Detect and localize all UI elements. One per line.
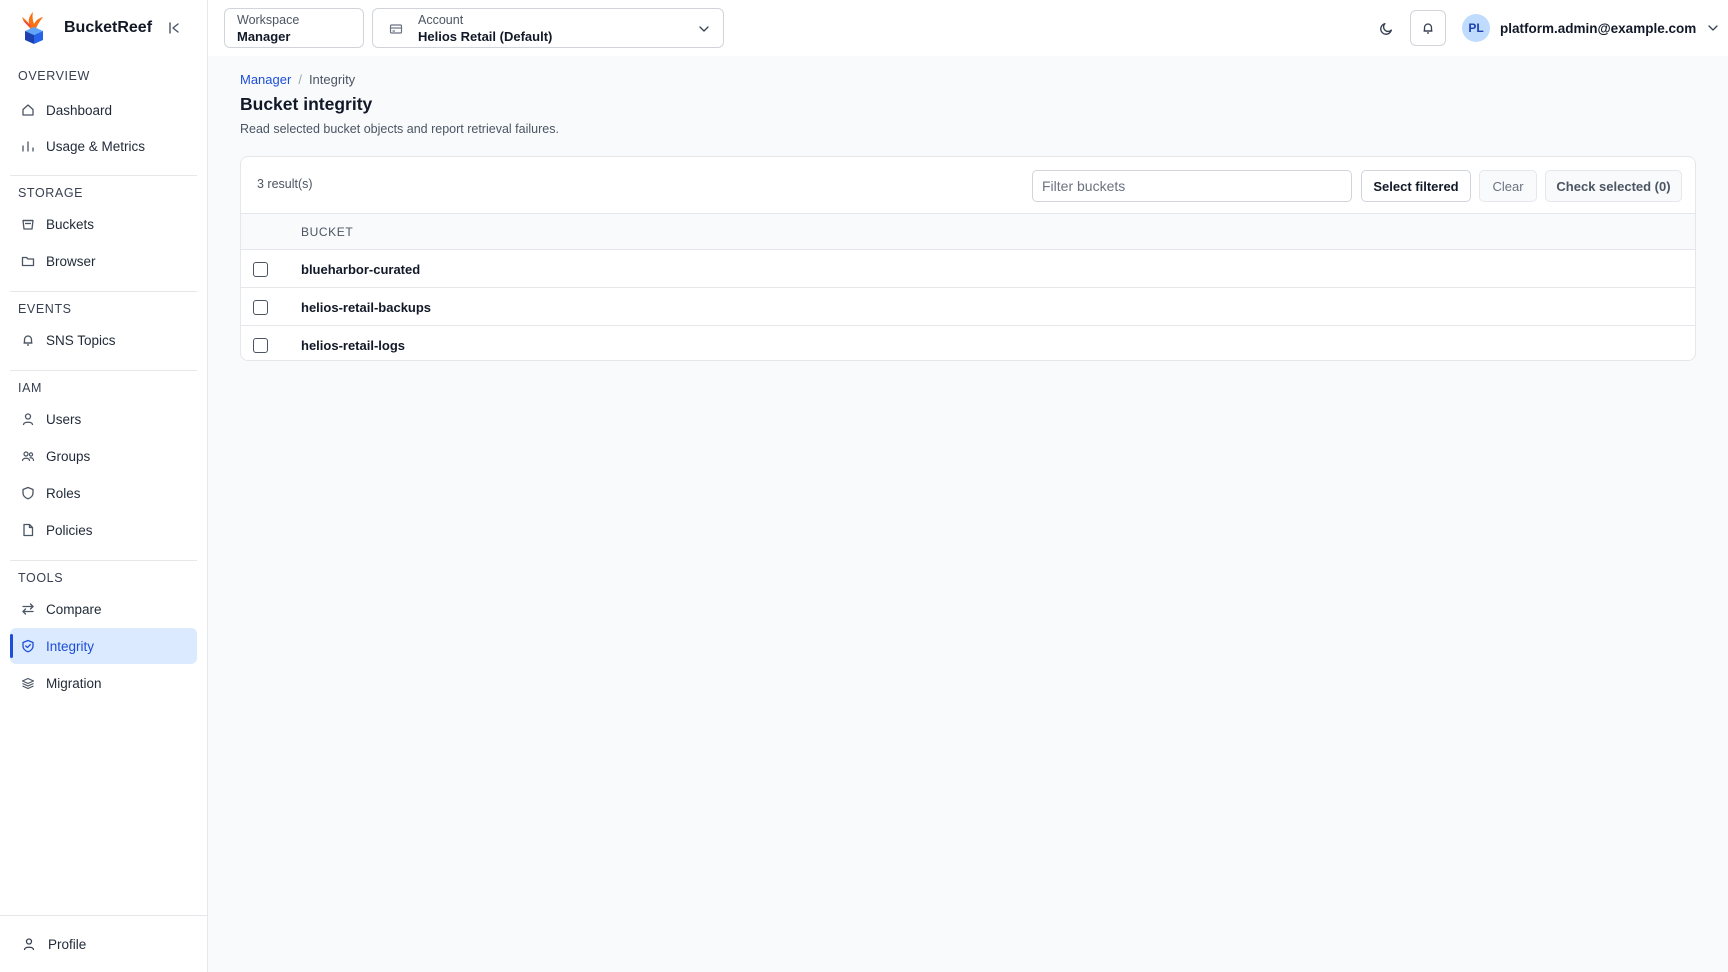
column-header-bucket: BUCKET [301, 225, 354, 239]
users-icon [21, 449, 35, 463]
sidebar-item-roles[interactable]: Roles [10, 475, 197, 511]
compare-icon [21, 602, 35, 616]
breadcrumb-current: Integrity [308, 72, 356, 87]
section-title-events: EVENTS [18, 302, 72, 316]
breadcrumb-separator: / [298, 72, 302, 87]
moon-icon [1379, 21, 1394, 36]
sidebar-item-label: Users [46, 411, 82, 427]
page-description: Read selected bucket objects and report … [240, 122, 559, 136]
row-checkbox[interactable] [253, 300, 268, 315]
select-filtered-button[interactable]: Select filtered [1361, 170, 1471, 202]
nav-section-overview: OVERVIEW Dashboard Usage & Metrics [10, 62, 197, 170]
section-title-overview: OVERVIEW [18, 69, 90, 83]
bucket-name: blueharbor-curated [301, 262, 421, 277]
app-root: BucketReef OVERVIEW Dashboard Usage & Me… [0, 0, 1728, 972]
sidebar-item-label: Roles [46, 485, 81, 501]
sidebar-item-sns-topics[interactable]: SNS Topics [10, 322, 197, 358]
main-content: Manager / Integrity Bucket integrity Rea… [208, 56, 1728, 972]
breadcrumb: Manager / Integrity [240, 72, 355, 87]
row-checkbox[interactable] [253, 262, 268, 277]
workspace-value: Manager [237, 29, 291, 44]
account-value: Helios Retail (Default) [418, 29, 553, 44]
user-icon [22, 937, 36, 951]
sidebar-item-label: Browser [46, 253, 96, 269]
row-checkbox[interactable] [253, 338, 268, 353]
sidebar-item-buckets[interactable]: Buckets [10, 206, 197, 242]
sidebar-item-label: Dashboard [46, 102, 113, 118]
bucket-name: helios-retail-logs [301, 338, 406, 353]
bell-icon [1421, 21, 1435, 35]
notifications-button[interactable] [1410, 10, 1446, 46]
filter-buckets-input[interactable] [1032, 170, 1352, 202]
sidebar-item-label: Integrity [46, 638, 95, 654]
sidebar-item-migration[interactable]: Migration [10, 665, 197, 701]
breadcrumb-link-manager[interactable]: Manager [240, 72, 291, 87]
account-label: Account [418, 13, 464, 27]
nav-section-tools: TOOLS Compare Integrity Migration [10, 560, 197, 695]
bell-icon [21, 333, 35, 347]
section-title-storage: STORAGE [18, 186, 84, 200]
sidebar-item-users[interactable]: Users [10, 401, 197, 437]
table-row[interactable]: helios-retail-backups [241, 289, 1695, 326]
sidebar-item-compare[interactable]: Compare [10, 591, 197, 627]
shield-check-icon [21, 639, 35, 653]
bucket-icon [21, 217, 35, 231]
nav-section-events: EVENTS SNS Topics [10, 291, 197, 366]
sidebar-item-dashboard[interactable]: Dashboard [10, 92, 197, 128]
sidebar-item-integrity[interactable]: Integrity [10, 628, 197, 664]
table-toolbar: 3 result(s) Select filtered Clear Check … [241, 157, 1695, 214]
sidebar-item-label: Policies [46, 522, 93, 538]
check-selected-button[interactable]: Check selected (0) [1545, 170, 1682, 202]
workspace-label: Workspace [237, 13, 300, 27]
sidebar-footer: Profile [0, 915, 207, 972]
migration-icon [21, 676, 35, 690]
sidebar-item-groups[interactable]: Groups [10, 438, 197, 474]
sidebar-item-label: Groups [46, 448, 91, 464]
sidebar-item-label: Usage & Metrics [46, 138, 146, 154]
bar-chart-icon [21, 139, 35, 153]
sidebar-item-label: Compare [46, 601, 102, 617]
topbar: Workspace Manager Account Helios Retail … [208, 0, 1728, 56]
sidebar-item-profile[interactable]: Profile [10, 926, 86, 962]
user-menu[interactable]: PL platform.admin@example.com [1462, 14, 1720, 42]
bucket-table-card: 3 result(s) Select filtered Clear Check … [240, 156, 1696, 361]
section-title-iam: IAM [18, 381, 43, 395]
account-select[interactable]: Account Helios Retail (Default) [372, 8, 724, 48]
section-title-tools: TOOLS [18, 571, 64, 585]
bucket-name: helios-retail-backups [301, 300, 432, 315]
sidebar: BucketReef OVERVIEW Dashboard Usage & Me… [0, 0, 208, 972]
sidebar-item-label: SNS Topics [46, 332, 116, 348]
workspace-select[interactable]: Workspace Manager [224, 8, 364, 48]
bucketreef-logo-icon [18, 11, 48, 45]
sidebar-item-label: Migration [46, 675, 102, 691]
app-name: BucketReef [64, 19, 153, 36]
user-icon [21, 412, 35, 426]
table-header: BUCKET [241, 214, 1695, 250]
sidebar-item-usage-metrics[interactable]: Usage & Metrics [10, 128, 197, 164]
result-count: 3 result(s) [257, 177, 313, 191]
avatar: PL [1462, 14, 1490, 42]
chevron-down-icon [697, 22, 711, 36]
collapse-sidebar-button[interactable] [164, 18, 184, 38]
user-email: platform.admin@example.com [1500, 20, 1697, 36]
theme-toggle-button[interactable] [1374, 16, 1398, 40]
page-title: Bucket integrity [240, 94, 373, 114]
nav-section-iam: IAM Users Groups Roles Policies [10, 370, 197, 555]
table-row[interactable]: blueharbor-curated [241, 251, 1695, 288]
credit-card-icon [389, 22, 403, 36]
brand[interactable]: BucketReef [18, 10, 152, 46]
home-icon [21, 103, 35, 117]
clear-button[interactable]: Clear [1479, 170, 1537, 202]
sidebar-item-label: Profile [48, 936, 87, 952]
shield-icon [21, 486, 35, 500]
collapse-left-icon [167, 21, 181, 35]
folder-icon [21, 254, 35, 268]
table-row[interactable]: helios-retail-logs [241, 327, 1695, 360]
file-icon [21, 523, 35, 537]
sidebar-item-browser[interactable]: Browser [10, 243, 197, 279]
nav-section-storage: STORAGE Buckets Browser [10, 175, 197, 287]
sidebar-item-policies[interactable]: Policies [10, 512, 197, 548]
chevron-down-icon [1706, 21, 1720, 35]
sidebar-item-label: Buckets [46, 216, 95, 232]
